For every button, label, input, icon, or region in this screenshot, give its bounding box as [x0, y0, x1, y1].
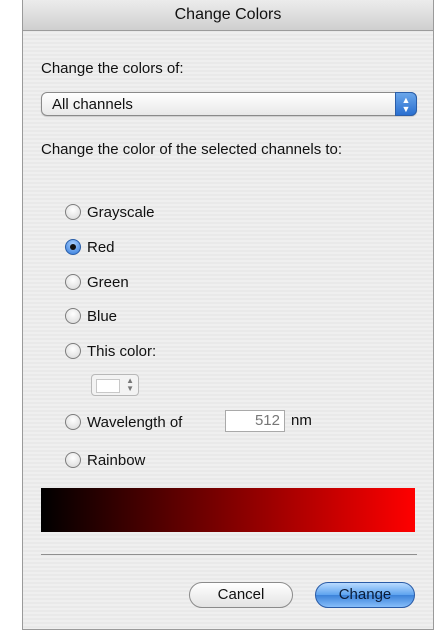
channels-popup[interactable]: All channels ▲ ▼	[41, 92, 417, 116]
change-button[interactable]: Change	[315, 582, 415, 608]
stepper-arrows-icon: ▲ ▼	[126, 376, 134, 393]
popup-arrows-icon: ▲ ▼	[395, 92, 417, 116]
radio-wavelength-label: Wavelength of	[87, 413, 183, 431]
radio-this-color-icon	[65, 343, 81, 359]
radio-red-label: Red	[87, 238, 115, 256]
radio-this-color[interactable]: This color:	[65, 341, 156, 361]
radio-grayscale-label: Grayscale	[87, 203, 155, 221]
radio-wavelength-icon	[65, 414, 81, 430]
wavelength-input[interactable]: 512	[225, 410, 285, 432]
cancel-button[interactable]: Cancel	[189, 582, 293, 608]
change-color-to-label: Change the color of the selected channel…	[41, 141, 343, 158]
color-preview-gradient	[41, 488, 415, 532]
wavelength-unit: nm	[291, 412, 312, 429]
radio-green[interactable]: Green	[65, 272, 129, 292]
radio-green-label: Green	[87, 273, 129, 291]
radio-rainbow-label: Rainbow	[87, 451, 146, 469]
color-swatch-stepper[interactable]: ▲ ▼	[91, 374, 139, 396]
radio-red-icon	[65, 239, 81, 255]
radio-grayscale[interactable]: Grayscale	[65, 202, 155, 222]
radio-blue-icon	[65, 308, 81, 324]
radio-blue[interactable]: Blue	[65, 306, 117, 326]
dialog-title: Change Colors	[23, 0, 433, 31]
channels-popup-value: All channels	[52, 96, 133, 113]
radio-grayscale-icon	[65, 204, 81, 220]
change-colors-dialog: Change Colors Change the colors of: All …	[22, 0, 434, 630]
color-swatch	[96, 379, 120, 393]
radio-rainbow-icon	[65, 452, 81, 468]
radio-blue-label: Blue	[87, 307, 118, 325]
radio-rainbow[interactable]: Rainbow	[65, 450, 145, 470]
change-colors-of-label: Change the colors of:	[41, 60, 184, 77]
separator	[41, 554, 417, 555]
radio-green-icon	[65, 274, 81, 290]
radio-this-color-label: This color:	[87, 342, 157, 360]
radio-red[interactable]: Red	[65, 237, 115, 257]
radio-wavelength[interactable]: Wavelength of	[65, 412, 182, 432]
